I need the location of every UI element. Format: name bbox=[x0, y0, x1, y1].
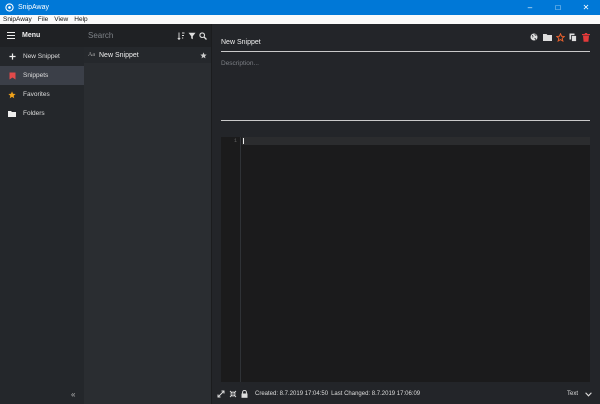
line-number: 1 bbox=[233, 138, 237, 144]
menu-toggle[interactable]: Menu bbox=[0, 24, 84, 47]
divider bbox=[221, 51, 590, 52]
search-input[interactable] bbox=[88, 31, 174, 40]
collapse-sidebar-button[interactable]: « bbox=[71, 390, 75, 399]
filter-icon[interactable] bbox=[187, 31, 196, 40]
divider bbox=[221, 120, 590, 121]
menu-label: Menu bbox=[22, 32, 41, 39]
last-changed-timestamp: Last Changed: 8.7.2019 17:06:09 bbox=[331, 391, 421, 397]
minimize-button[interactable]: – bbox=[516, 0, 544, 15]
favorite-star-icon[interactable] bbox=[555, 32, 565, 42]
snippet-name: New Snippet bbox=[99, 51, 139, 59]
menu-file[interactable]: File bbox=[35, 16, 51, 23]
text-cursor bbox=[243, 138, 244, 144]
sidebar-item-folders[interactable]: Folders bbox=[0, 104, 84, 123]
plus-icon bbox=[8, 53, 16, 61]
menu-view[interactable]: View bbox=[51, 16, 71, 23]
editor-panel: New Snippet Description... 1 Created: 8.… bbox=[212, 24, 600, 404]
snippet-title[interactable]: New Snippet bbox=[221, 39, 261, 46]
sidebar-item-favorites[interactable]: Favorites bbox=[0, 85, 84, 104]
language-select[interactable]: Text bbox=[567, 391, 578, 397]
created-timestamp: Created: 8.7.2019 17:04:50 bbox=[255, 391, 329, 397]
menu-snipaway[interactable]: SnipAway bbox=[0, 16, 35, 23]
folder-icon bbox=[8, 110, 16, 118]
shrink-icon[interactable] bbox=[228, 390, 237, 399]
sidebar-item-label: New Snippet bbox=[23, 53, 60, 60]
status-bar: Created: 8.7.2019 17:04:50 Last Changed:… bbox=[212, 384, 600, 404]
sort-icon[interactable] bbox=[176, 31, 185, 40]
sidebar: Menu New Snippet Snippets Favorites Fold… bbox=[0, 24, 84, 404]
code-editor[interactable]: 1 bbox=[221, 137, 590, 382]
sidebar-item-label: Folders bbox=[23, 110, 45, 117]
menu-bar: SnipAway File View Help bbox=[0, 15, 600, 24]
title-bar: SnipAway – □ ✕ bbox=[0, 0, 600, 15]
sidebar-item-new-snippet[interactable]: New Snippet bbox=[0, 47, 84, 66]
editor-toolbar bbox=[526, 32, 591, 42]
trash-icon[interactable] bbox=[581, 32, 591, 42]
description-field[interactable]: Description... bbox=[221, 60, 259, 67]
sidebar-item-label: Favorites bbox=[23, 91, 50, 98]
search-bar bbox=[84, 24, 211, 47]
close-button[interactable]: ✕ bbox=[572, 0, 600, 15]
star-icon bbox=[8, 90, 16, 99]
expand-icon[interactable] bbox=[216, 390, 225, 399]
favorite-star-icon[interactable] bbox=[199, 51, 207, 59]
active-line-highlight bbox=[242, 137, 590, 145]
sidebar-item-label: Snippets bbox=[23, 72, 49, 79]
folder-icon[interactable] bbox=[542, 32, 552, 42]
chevron-down-icon[interactable] bbox=[584, 390, 592, 398]
globe-icon[interactable] bbox=[529, 32, 539, 42]
window-title: SnipAway bbox=[18, 4, 50, 11]
copy-icon[interactable] bbox=[568, 32, 578, 42]
app-logo-icon bbox=[4, 3, 14, 13]
sidebar-item-snippets[interactable]: Snippets bbox=[0, 66, 84, 85]
text-type-icon: Aa bbox=[88, 52, 95, 58]
bookmark-icon bbox=[8, 72, 16, 80]
hamburger-icon bbox=[7, 32, 15, 39]
search-icon[interactable] bbox=[198, 31, 207, 40]
menu-help[interactable]: Help bbox=[71, 16, 90, 23]
list-item[interactable]: Aa New Snippet bbox=[84, 47, 211, 63]
maximize-button[interactable]: □ bbox=[544, 0, 572, 15]
snippet-list-panel: Aa New Snippet bbox=[84, 24, 212, 404]
line-number-gutter: 1 bbox=[221, 137, 241, 382]
lock-icon[interactable] bbox=[240, 390, 249, 399]
